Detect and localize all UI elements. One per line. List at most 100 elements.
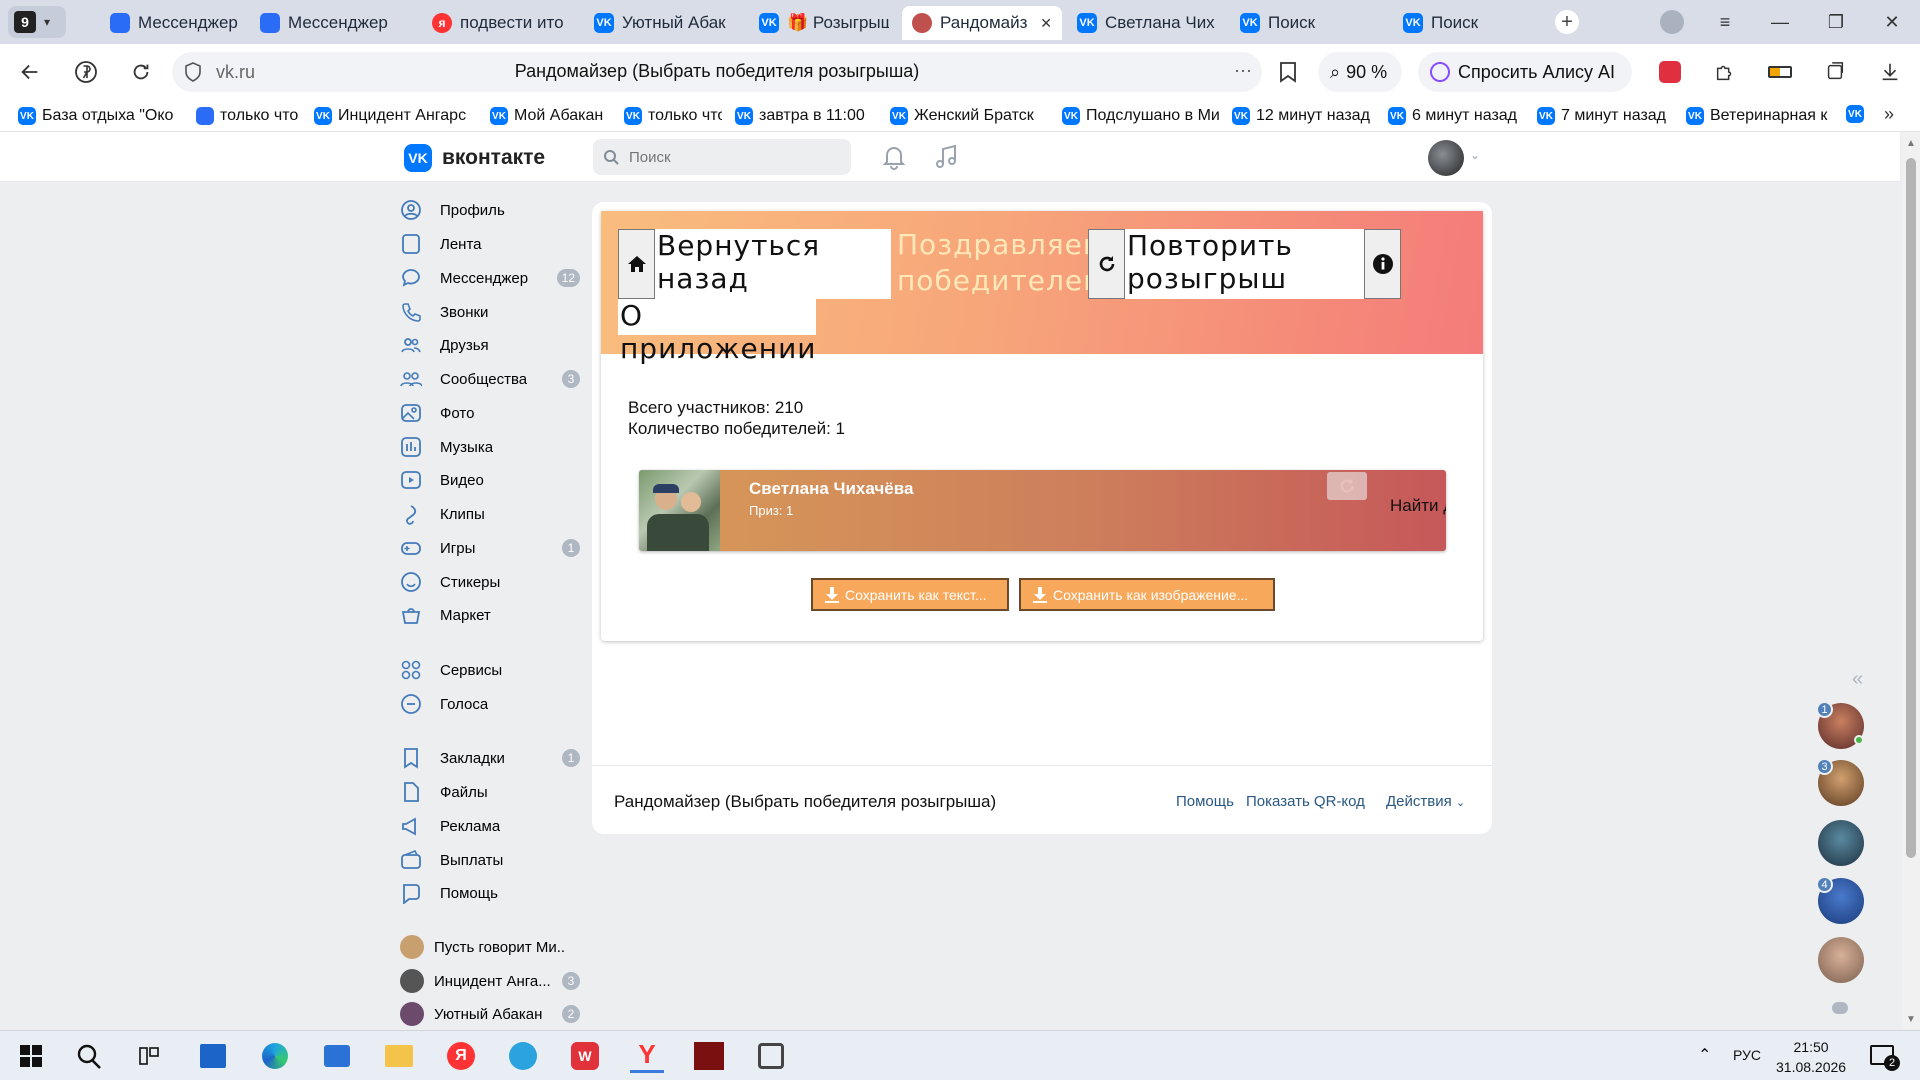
sidebar-item[interactable]: Музыка	[400, 432, 580, 462]
scroll-down-arrow-icon[interactable]: ▼	[1906, 1014, 1916, 1025]
save-as-image-button[interactable]: Сохранить как изображение...	[1019, 578, 1275, 611]
outlook-icon[interactable]	[320, 1039, 354, 1073]
sidebar-item[interactable]: Звонки	[400, 297, 580, 327]
browser-tab[interactable]: VK Светлана Чих	[1067, 6, 1227, 40]
chat-avatar[interactable]: 3	[1816, 758, 1864, 806]
chat-avatar[interactable]: 4	[1816, 876, 1864, 924]
bookmark-icon[interactable]	[1274, 58, 1302, 86]
wps-icon[interactable]: W	[568, 1039, 602, 1073]
telegram-icon[interactable]	[506, 1039, 540, 1073]
reload-icon[interactable]	[127, 58, 155, 86]
sidebar-item[interactable]: Инцидент Анга... 3	[400, 966, 580, 996]
sidebar-item[interactable]: Файлы	[400, 777, 580, 807]
vk-search[interactable]	[593, 139, 851, 175]
back-button[interactable]: Вернуться назад	[655, 229, 891, 299]
repeat-button[interactable]	[1088, 229, 1125, 299]
collections-icon[interactable]	[1821, 58, 1849, 86]
browser-tab[interactable]: Рандомайз ✕	[902, 6, 1062, 40]
sidebar-item[interactable]: Мессенджер 12	[400, 263, 580, 293]
sidebar-item[interactable]: Стикеры	[400, 567, 580, 597]
sidebar-item[interactable]: Сообщества 3	[400, 364, 580, 394]
bookmark-item[interactable]: VK Подслушано в Ми	[1062, 105, 1222, 127]
chat-avatar[interactable]	[1818, 820, 1864, 866]
browser-tab[interactable]: VK Поиск	[1393, 6, 1553, 40]
save-as-text-button[interactable]: Сохранить как текст...	[811, 578, 1009, 611]
browser-tab[interactable]: я подвести ито	[422, 6, 582, 40]
puzzle-icon[interactable]	[1711, 58, 1739, 86]
chevron-down-icon[interactable]: ⌄	[1470, 148, 1480, 162]
sidebar-item[interactable]: Пусть говорит Ми...	[400, 932, 580, 962]
chat-bubble-icon[interactable]	[1832, 1002, 1848, 1014]
new-tab-button[interactable]: +	[1555, 10, 1579, 34]
back-arrow-icon[interactable]	[16, 58, 44, 86]
sidebar-item[interactable]: Друзья	[400, 330, 580, 360]
sidebar-item[interactable]: Выплаты	[400, 845, 580, 875]
profile-icon[interactable]	[1660, 10, 1684, 34]
vk-logo[interactable]: VK вконтакте	[404, 144, 545, 172]
sidebar-item[interactable]: Сервисы	[400, 655, 580, 685]
yandex-logo-icon[interactable]	[72, 58, 100, 86]
tab-counter-button[interactable]: 9 ▾	[8, 6, 66, 38]
winner-photo[interactable]	[639, 470, 720, 551]
menu-icon[interactable]: ≡	[1697, 0, 1753, 44]
chat-avatar[interactable]	[1818, 937, 1864, 983]
browser-tab[interactable]: VK 🎁 Розыгрыш	[749, 6, 899, 40]
file-explorer-icon[interactable]	[382, 1039, 416, 1073]
bookmark-item[interactable]: VK Мой Абакан	[490, 105, 610, 127]
browser-tab[interactable]: VK Уютный Абак	[584, 6, 744, 40]
repeat-draw-button[interactable]: Повторить розыгрыш	[1125, 229, 1364, 299]
browser-tab[interactable]: Мессенджер	[100, 6, 250, 40]
bookmarks-overflow-icon[interactable]: »	[1884, 104, 1894, 125]
bookmark-item[interactable]: VK Женский Братск	[890, 105, 1048, 127]
close-window-icon[interactable]: ✕	[1864, 0, 1920, 44]
sidebar-item[interactable]: Профиль	[400, 195, 580, 225]
search-input[interactable]	[629, 148, 829, 166]
address-field[interactable]: vk.ru Рандомайзер (Выбрать победителя ро…	[172, 52, 1262, 92]
collapse-chats-icon[interactable]: «	[1852, 668, 1863, 691]
sidebar-item[interactable]: Клипы	[400, 499, 580, 529]
search-icon[interactable]	[72, 1039, 106, 1073]
sidebar-item[interactable]: Голоса	[400, 689, 580, 719]
notifications-icon[interactable]: 2	[1870, 1045, 1900, 1071]
info-button[interactable]	[1364, 229, 1401, 299]
music-icon[interactable]	[934, 144, 958, 170]
sidebar-item[interactable]: Игры 1	[400, 533, 580, 563]
scrollbar-thumb[interactable]	[1906, 158, 1916, 858]
about-button[interactable]: О приложении	[618, 299, 816, 365]
chat-avatar[interactable]: 1	[1816, 701, 1864, 749]
download-icon[interactable]	[1876, 58, 1904, 86]
avatar[interactable]	[1428, 140, 1464, 176]
browser-tab[interactable]: VK Поиск	[1230, 6, 1390, 40]
help-link[interactable]: Помощь	[1176, 793, 1234, 810]
store-icon[interactable]	[196, 1039, 230, 1073]
tray-chevron-up-icon[interactable]: ⌃	[1698, 1045, 1711, 1065]
find-other-button[interactable]	[1327, 472, 1367, 500]
keyboard-language[interactable]: РУС	[1733, 1047, 1761, 1063]
windows-start-icon[interactable]	[14, 1039, 48, 1073]
actions-dropdown[interactable]: Действия ⌄	[1386, 793, 1465, 810]
sidebar-item[interactable]: Реклама	[400, 811, 580, 841]
bookmark-item[interactable]: VK Инцидент Ангарс	[314, 105, 478, 127]
sync-app-icon[interactable]	[754, 1039, 788, 1073]
sidebar-item[interactable]: Видео	[400, 465, 580, 495]
task-view-icon[interactable]	[132, 1039, 166, 1073]
bookmark-vk-icon[interactable]: VK	[1846, 105, 1864, 123]
show-qr-link[interactable]: Показать QR-код	[1246, 793, 1365, 810]
extension-red-icon[interactable]	[1656, 58, 1684, 86]
sidebar-item[interactable]: Фото	[400, 398, 580, 428]
sidebar-item[interactable]: Маркет	[400, 600, 580, 630]
ask-alice-button[interactable]: Спросить Алису AI	[1418, 52, 1632, 92]
bookmark-item[interactable]: VK 7 минут назад	[1537, 105, 1671, 127]
minimize-icon[interactable]: —	[1752, 0, 1808, 44]
bookmark-item[interactable]: VK Ветеринарная к	[1686, 105, 1836, 127]
sidebar-item[interactable]: Лента	[400, 229, 580, 259]
bookmark-item[interactable]: VK завтра в 11:00	[735, 105, 877, 127]
page-scrollbar[interactable]: ▲ ▼	[1902, 132, 1920, 1030]
browser-tab[interactable]: Мессенджер	[250, 6, 410, 40]
bookmark-item[interactable]: VK 6 минут назад	[1388, 105, 1522, 127]
edge-icon[interactable]	[258, 1039, 292, 1073]
restore-icon[interactable]: ❐	[1808, 0, 1864, 44]
home-button[interactable]	[618, 229, 655, 299]
bookmark-item[interactable]: VK 12 минут назад	[1232, 105, 1372, 127]
more-icon[interactable]: ···	[1234, 60, 1252, 81]
